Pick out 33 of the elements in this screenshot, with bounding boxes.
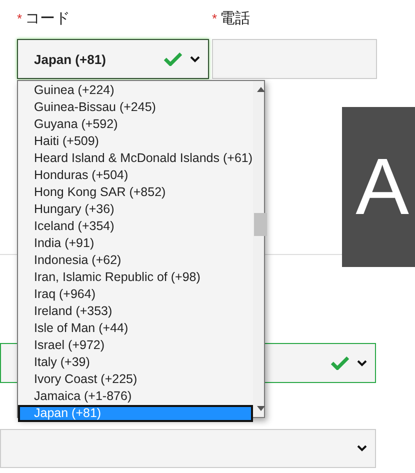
required-asterisk: * bbox=[17, 11, 22, 26]
chevron-down-icon bbox=[190, 56, 200, 62]
chevron-down-icon bbox=[357, 445, 367, 452]
country-option[interactable]: Jamaica (+1-876) bbox=[18, 388, 253, 405]
country-option[interactable]: Iceland (+354) bbox=[18, 218, 253, 235]
country-option[interactable]: Guinea (+224) bbox=[18, 82, 253, 99]
field-label: 電話 bbox=[220, 9, 250, 28]
country-option[interactable]: Guinea-Bissau (+245) bbox=[18, 99, 253, 116]
country-option[interactable]: Iraq (+964) bbox=[18, 286, 253, 303]
country-option[interactable]: Ivory Coast (+225) bbox=[18, 371, 253, 388]
country-option[interactable]: Haiti (+509) bbox=[18, 133, 253, 150]
checkmark-icon bbox=[331, 356, 349, 370]
phone-input[interactable] bbox=[212, 39, 377, 79]
country-option[interactable]: Iran, Islamic Republic of (+98) bbox=[18, 269, 253, 286]
field-label: コード bbox=[25, 9, 70, 28]
country-option[interactable]: Israel (+972) bbox=[18, 337, 253, 354]
chevron-down-icon bbox=[357, 360, 367, 366]
country-option[interactable]: Hong Kong SAR (+852) bbox=[18, 184, 253, 201]
banner-text: A bbox=[342, 107, 415, 267]
country-option[interactable]: Ireland (+353) bbox=[18, 303, 253, 320]
select-field[interactable] bbox=[0, 429, 376, 468]
scrollbar[interactable] bbox=[252, 81, 264, 417]
country-option[interactable]: Isle of Man (+44) bbox=[18, 320, 253, 337]
country-option[interactable]: Italy (+39) bbox=[18, 354, 253, 371]
country-option[interactable]: Hungary (+36) bbox=[18, 201, 253, 218]
checkmark-icon bbox=[164, 52, 182, 66]
country-code-select[interactable]: Japan (+81) bbox=[17, 39, 209, 79]
country-option[interactable]: Honduras (+504) bbox=[18, 167, 253, 184]
country-option[interactable]: India (+91) bbox=[18, 235, 253, 252]
country-option[interactable]: Heard Island & McDonald Islands (+61) bbox=[18, 150, 253, 167]
required-asterisk: * bbox=[212, 11, 218, 26]
country-option[interactable]: Indonesia (+62) bbox=[18, 252, 253, 269]
country-option[interactable]: Guyana (+592) bbox=[18, 116, 253, 133]
